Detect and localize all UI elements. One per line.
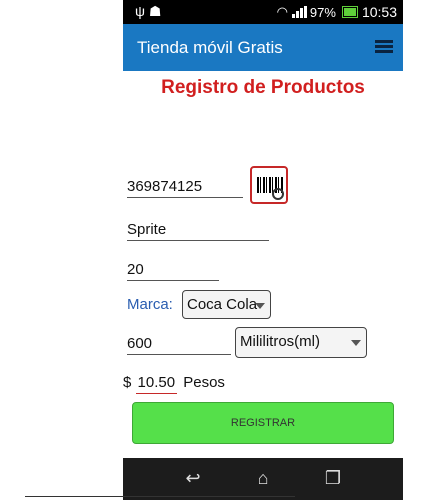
status-left-icons: ψ ☗	[135, 3, 161, 20]
unit-select[interactable]: Mililitros(ml)	[235, 327, 367, 358]
usb-icon: ψ	[135, 3, 145, 19]
unit-select-value: Mililitros(ml)	[240, 333, 320, 350]
home-icon[interactable]: ⌂	[253, 469, 273, 487]
recent-apps-icon[interactable]: ❐	[323, 469, 343, 487]
product-name-input[interactable]: Sprite	[127, 221, 269, 241]
back-icon[interactable]: ↩	[183, 469, 203, 487]
wifi-icon: ◠	[276, 4, 288, 19]
chevron-down-icon	[255, 303, 265, 309]
phone-screen: ψ ☗ ◠ 97% 10:53 Tienda móvil Gratis Regi…	[123, 0, 403, 500]
price-input[interactable]: 10.50	[135, 374, 178, 394]
currency-symbol: $	[123, 374, 132, 391]
brand-select[interactable]: Coca Cola	[182, 290, 271, 319]
chevron-down-icon	[351, 340, 361, 346]
nav-bar: ↩ ⌂ ❐	[123, 458, 403, 500]
barcode-input[interactable]: 369874125	[127, 178, 243, 198]
battery-percent: 97%	[309, 4, 336, 20]
brand-label: Marca:	[127, 296, 173, 313]
signal-icon	[291, 6, 307, 18]
barcode-scan-button[interactable]	[250, 166, 288, 204]
android-icon: ☗	[148, 3, 162, 19]
app-bar: Tienda móvil Gratis	[123, 24, 403, 71]
list-menu-icon[interactable]	[375, 40, 393, 54]
status-bar: ψ ☗ ◠ 97% 10:53	[123, 0, 403, 24]
battery-icon	[341, 6, 358, 18]
app-title: Tienda móvil Gratis	[137, 38, 283, 57]
page-title: Registro de Productos	[161, 77, 365, 98]
price-row: $ 10.50 Pesos	[123, 374, 225, 394]
clock: 10:53	[361, 4, 397, 20]
brand-select-value: Coca Cola	[187, 296, 258, 313]
register-button[interactable]: REGISTRAR	[132, 402, 394, 444]
magnifier-icon	[272, 188, 284, 200]
currency-name: Pesos	[183, 374, 225, 391]
quantity-input[interactable]: 20	[127, 261, 219, 281]
volume-input[interactable]: 600	[127, 335, 231, 355]
divider	[25, 496, 295, 497]
status-right: ◠ 97% 10:53	[277, 4, 397, 20]
